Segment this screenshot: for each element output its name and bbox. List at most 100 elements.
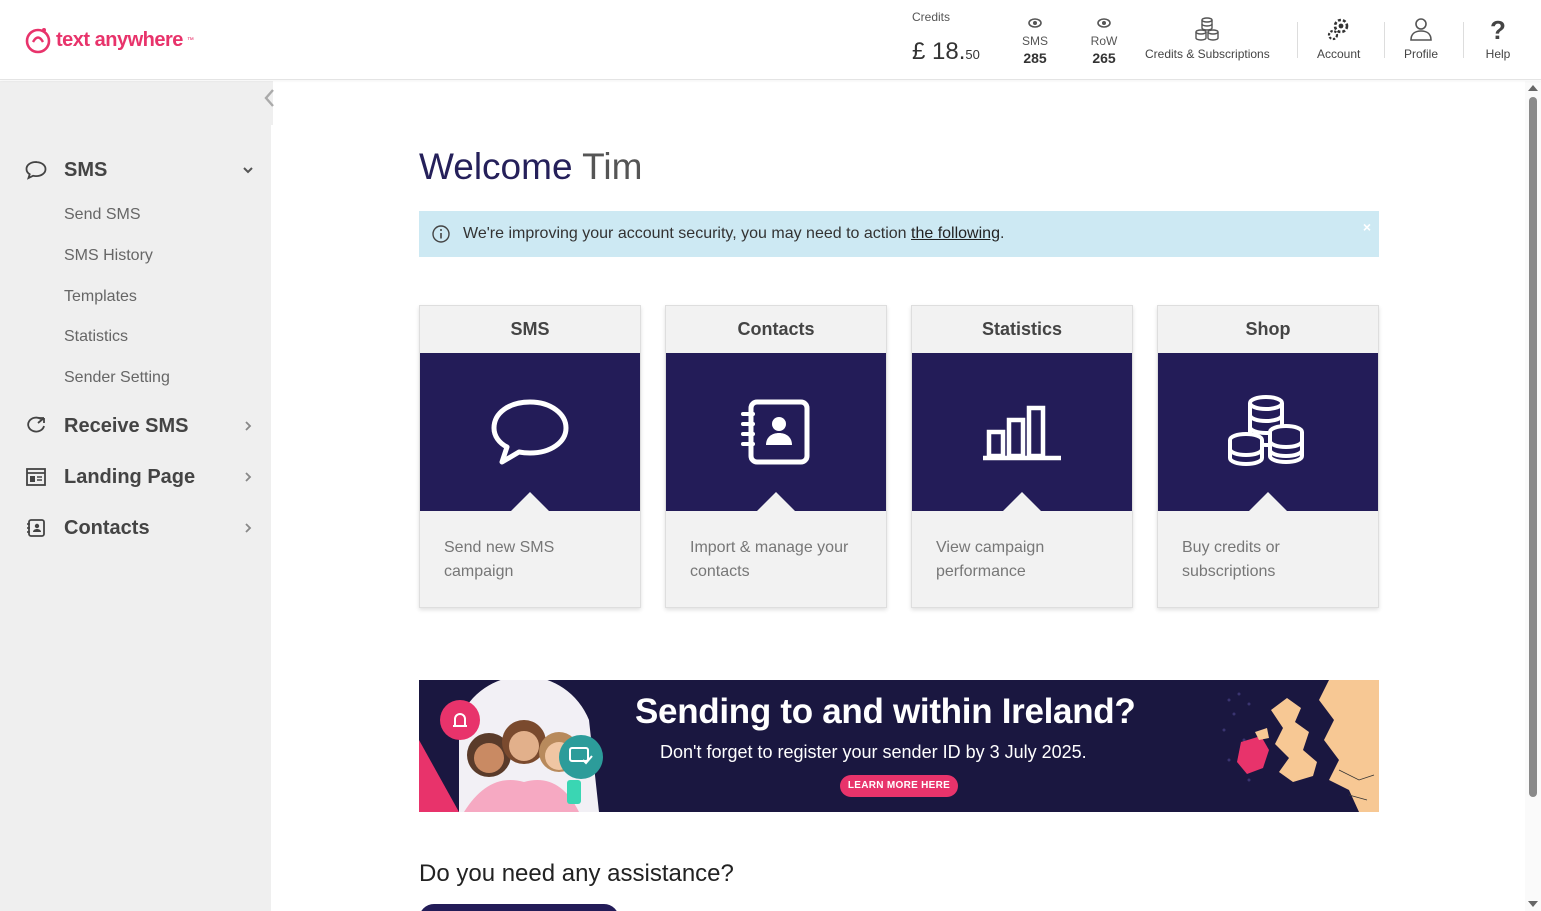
sms-credits-stat: SMS 285 xyxy=(1015,16,1055,66)
header-divider xyxy=(1297,22,1298,58)
card-description: View campaign performance xyxy=(936,539,1045,580)
assistance-button[interactable] xyxy=(419,904,619,911)
credits-subscriptions-label: Credits & Subscriptions xyxy=(1145,47,1270,61)
help-label: Help xyxy=(1485,47,1511,61)
sidebar-item-receive-sms[interactable]: Receive SMS xyxy=(24,411,254,441)
card-notch xyxy=(757,492,795,511)
card-statistics[interactable]: Statistics View campaign performance xyxy=(911,305,1133,608)
credits-subscriptions-button[interactable]: Credits & Subscriptions xyxy=(1145,15,1270,61)
card-title: Statistics xyxy=(981,319,1063,339)
gears-icon xyxy=(1327,18,1348,41)
ireland-sender-id-banner[interactable]: Sending to and within Ireland? Don't for… xyxy=(419,680,1379,812)
alert-message: We're improving your account security, y… xyxy=(463,225,1004,243)
sms-stat-count: 285 xyxy=(1023,50,1047,66)
alert-period: . xyxy=(999,225,1005,242)
account-button[interactable]: Account xyxy=(1317,15,1360,61)
card-icon-panel xyxy=(666,353,886,511)
credits-currency: £ xyxy=(912,38,926,65)
card-description: Import & manage your contacts xyxy=(690,539,849,580)
card-title: Contacts xyxy=(737,319,815,339)
alert-close-button[interactable]: × xyxy=(1363,219,1371,235)
profile-label: Profile xyxy=(1404,47,1439,61)
chevron-down-icon xyxy=(243,167,253,174)
credits-balance: Credits £ 18.50 xyxy=(912,10,980,66)
coins-stack-icon xyxy=(1195,17,1220,41)
card-title: SMS xyxy=(510,319,550,339)
card-icon-panel xyxy=(1158,353,1378,511)
learn-more-button[interactable]: LEARN MORE HERE xyxy=(840,775,958,797)
card-contacts[interactable]: Contacts Import & manage your contacts xyxy=(665,305,887,608)
credits-pounds: 18. xyxy=(932,38,966,65)
user-icon xyxy=(1410,18,1432,41)
credits-amount: £ 18.50 xyxy=(912,38,980,66)
header-divider xyxy=(1384,22,1385,58)
row-stat-label: RoW xyxy=(1090,34,1118,48)
card-sms[interactable]: SMS Send new SMS campaign xyxy=(419,305,641,608)
uk-ireland-map-illustration xyxy=(1222,680,1379,812)
header-divider xyxy=(1463,22,1464,58)
sidebar-subitem-templates[interactable]: Templates xyxy=(64,288,137,306)
sidebar-item-landing-page[interactable]: Landing Page xyxy=(24,462,254,492)
sidebar-contacts-label: Contacts xyxy=(64,516,150,539)
info-icon xyxy=(432,225,450,243)
row-stat-count: 265 xyxy=(1092,50,1116,66)
sidebar-landing-page-label: Landing Page xyxy=(64,465,196,488)
chevron-right-icon xyxy=(245,472,252,482)
card-description: Send new SMS campaign xyxy=(444,539,555,580)
card-description: Buy credits or subscriptions xyxy=(1182,539,1280,580)
top-header: text anywhere ™ Credits £ 18.50 SMS 285 R… xyxy=(0,0,1541,80)
card-notch xyxy=(1249,492,1287,511)
row-eye-icon xyxy=(1097,18,1111,28)
scroll-down-arrow-icon[interactable] xyxy=(1528,901,1538,907)
sidebar-collapse-button[interactable] xyxy=(262,88,282,114)
sidebar-subitem-sender-setting[interactable]: Sender Setting xyxy=(64,369,170,387)
welcome-text: Welcome xyxy=(419,146,573,187)
credits-pence: 50 xyxy=(965,47,980,62)
card-shop[interactable]: Shop Buy credits or subscriptions xyxy=(1157,305,1379,608)
brand-tm: ™ xyxy=(186,36,194,44)
alert-text: We're improving your account security, y… xyxy=(463,225,907,242)
card-notch xyxy=(1003,492,1041,511)
card-notch xyxy=(511,492,549,511)
banner-title: Sending to and within Ireland? xyxy=(635,692,1136,731)
sidebar-item-contacts[interactable]: Contacts xyxy=(24,513,254,543)
sidebar-sms-label: SMS xyxy=(64,158,108,181)
scroll-up-arrow-icon[interactable] xyxy=(1528,85,1538,91)
logo-icon xyxy=(25,28,51,54)
row-credits-stat: RoW 265 xyxy=(1084,16,1124,66)
coins-icon xyxy=(1228,395,1304,467)
speech-bubble-icon xyxy=(491,399,569,465)
sidebar-subitem-send-sms[interactable]: Send SMS xyxy=(64,206,140,224)
sidebar-receive-sms-label: Receive SMS xyxy=(64,414,189,437)
security-alert: We're improving your account security, y… xyxy=(419,211,1379,257)
banner-subtitle: Don't forget to register your sender ID … xyxy=(660,742,1087,762)
sms-eye-icon xyxy=(1028,18,1042,28)
help-button[interactable]: ? Help xyxy=(1484,15,1512,61)
brand-name: text anywhere xyxy=(56,28,183,51)
page-title: Welcome Tim xyxy=(419,146,642,188)
sms-stat-label: SMS xyxy=(1021,34,1048,48)
chevron-right-icon xyxy=(245,523,252,533)
page-scrollbar[interactable] xyxy=(1525,81,1541,911)
profile-button[interactable]: Profile xyxy=(1404,15,1438,61)
svg-text:?: ? xyxy=(1490,15,1506,43)
brand-logo[interactable]: text anywhere ™ xyxy=(24,26,194,54)
bar-chart-icon xyxy=(983,405,1061,461)
banner-people-illustration xyxy=(419,680,603,812)
account-label: Account xyxy=(1317,47,1361,61)
alert-link[interactable]: the following xyxy=(911,225,1000,242)
sidebar-subitem-statistics[interactable]: Statistics xyxy=(64,328,128,346)
landing-page-icon xyxy=(24,465,48,489)
question-icon: ? xyxy=(1490,15,1506,43)
user-name: Tim xyxy=(582,146,643,187)
address-book-icon xyxy=(741,399,810,465)
credits-label: Credits xyxy=(912,10,951,24)
assistance-heading: Do you need any assistance? xyxy=(419,860,734,887)
sidebar-item-sms[interactable]: SMS xyxy=(24,155,254,185)
sidebar-subitem-sms-history[interactable]: SMS History xyxy=(64,247,153,265)
contacts-book-icon xyxy=(24,516,48,540)
card-icon-panel xyxy=(912,353,1132,511)
chevron-right-icon xyxy=(245,421,252,431)
receive-sms-icon xyxy=(24,414,48,438)
scroll-thumb[interactable] xyxy=(1529,97,1537,797)
